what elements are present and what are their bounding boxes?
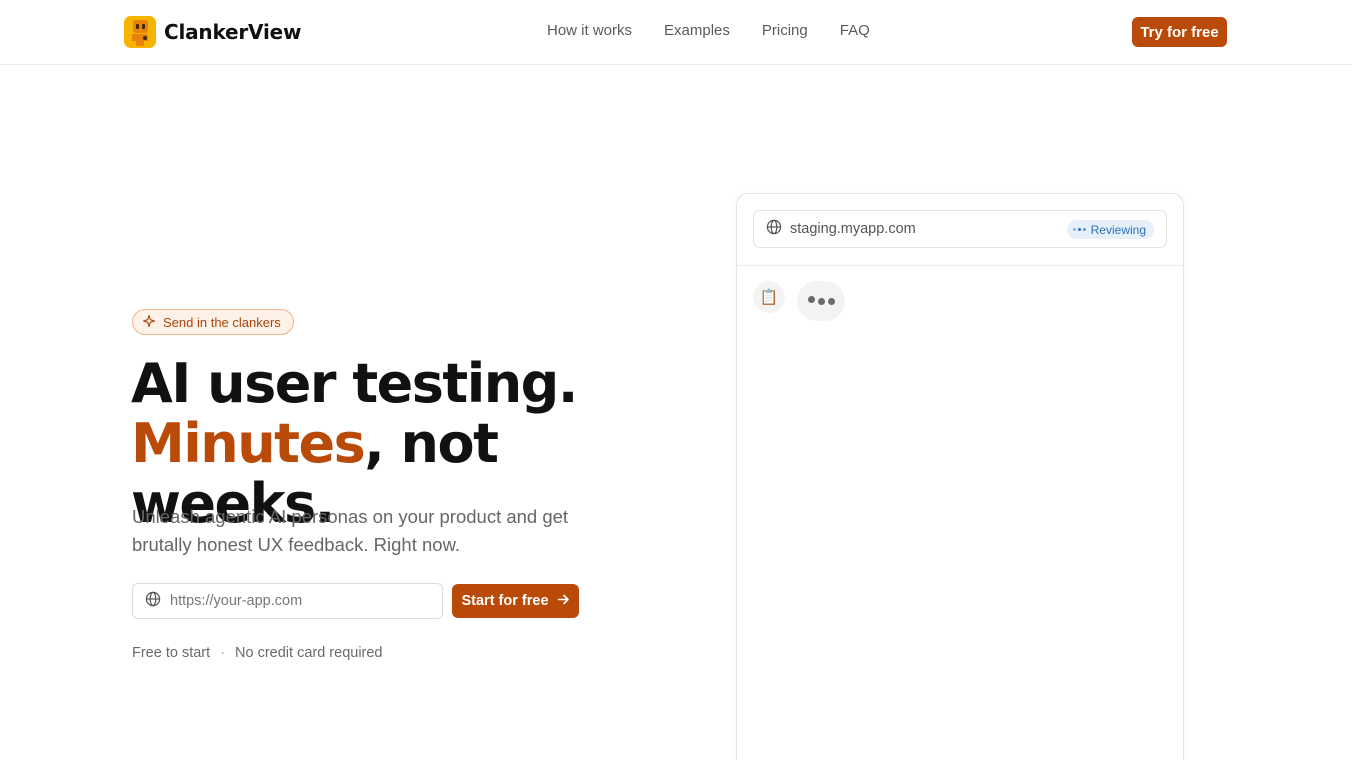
fineprint-free: Free to start [132, 645, 211, 661]
robot-logo-icon [124, 16, 156, 48]
nav-how-it-works[interactable]: How it works [547, 22, 632, 39]
nav-pricing[interactable]: Pricing [762, 22, 808, 39]
sparkle-icon [142, 314, 156, 330]
address-bar: staging.myapp.com Reviewing [753, 210, 1167, 248]
main-nav: How it works Examples Pricing FAQ [547, 22, 870, 39]
typing-indicator [797, 281, 845, 321]
fineprint-separator: · [220, 645, 226, 661]
headline-line1: AI user testing. [131, 352, 578, 415]
status-label: Reviewing [1090, 222, 1146, 237]
address-text: staging.myapp.com [790, 221, 916, 237]
globe-icon [145, 591, 161, 612]
badge-label: Send in the clankers [163, 314, 281, 330]
fineprint-no-card: No credit card required [235, 645, 383, 661]
globe-icon [766, 219, 782, 240]
hero-subhead: Unleash agentic AI personas on your prod… [132, 506, 569, 555]
nav-faq[interactable]: FAQ [840, 22, 870, 39]
url-input-container [132, 583, 443, 619]
typing-dots-icon [1072, 228, 1086, 231]
brand-name: ClankerView [164, 20, 302, 44]
status-badge: Reviewing [1066, 220, 1154, 239]
start-for-free-button[interactable]: Start for free [452, 584, 579, 618]
hero-fineprint: Free to start · No credit card required [132, 645, 383, 661]
preview-toolbar: staging.myapp.com Reviewing [737, 194, 1183, 266]
preview-panel: staging.myapp.com Reviewing 📋 [736, 193, 1184, 760]
start-label: Start for free [461, 593, 549, 609]
brand-logo[interactable]: ClankerView [124, 16, 301, 48]
try-for-free-button[interactable]: Try for free [1132, 17, 1227, 47]
chat-message: 📋 [753, 281, 845, 321]
clipboard-icon: 📋 [753, 281, 785, 313]
headline-accent: Minutes [131, 412, 366, 475]
url-input[interactable] [170, 593, 420, 609]
hero-badge: Send in the clankers [132, 309, 294, 335]
nav-examples[interactable]: Examples [664, 22, 730, 39]
arrow-right-icon [557, 593, 570, 610]
site-header: ClankerView How it works Examples Pricin… [0, 0, 1352, 65]
